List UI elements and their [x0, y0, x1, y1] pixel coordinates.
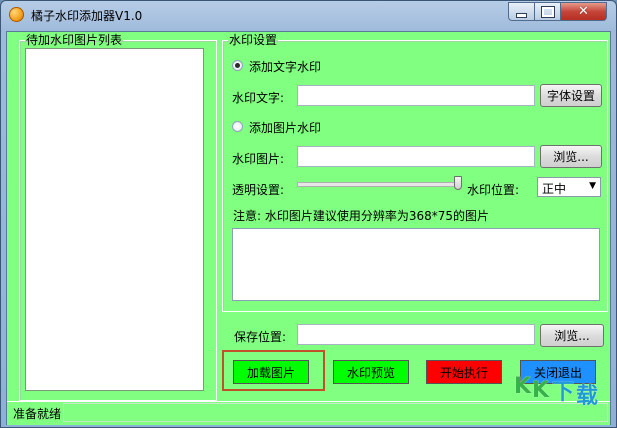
image-browse-button[interactable]: 浏览...: [540, 145, 602, 168]
watermark-image-input[interactable]: [297, 146, 535, 167]
status-text: 准备就绪: [13, 407, 62, 421]
minimize-icon: [516, 13, 527, 18]
text-watermark-radio-label[interactable]: 添加文字水印: [249, 58, 321, 75]
save-browse-button[interactable]: 浏览...: [540, 324, 604, 347]
close-icon: ✕: [578, 4, 589, 19]
title-bar[interactable]: 橘子水印添加器V1.0 ✕: [1, 1, 616, 31]
save-location-input[interactable]: [297, 324, 535, 345]
text-watermark-radio[interactable]: [232, 60, 243, 71]
image-watermark-radio-label[interactable]: 添加图片水印: [249, 119, 321, 136]
chevron-down-icon: ▼: [589, 181, 596, 191]
image-watermark-radio[interactable]: [232, 121, 243, 132]
position-select-value: 正中: [542, 182, 567, 196]
watermark-text-input[interactable]: [297, 85, 535, 106]
opacity-slider-track[interactable]: [297, 182, 462, 187]
minimize-button[interactable]: [508, 2, 535, 21]
maximize-button[interactable]: [534, 2, 561, 21]
close-button[interactable]: ✕: [560, 2, 607, 21]
position-select[interactable]: 正中 ▼: [537, 177, 601, 197]
watermark-image-label: 水印图片:: [232, 152, 285, 166]
start-button[interactable]: 开始执行: [426, 360, 502, 384]
font-settings-button[interactable]: 字体设置: [540, 84, 602, 107]
position-label: 水印位置:: [467, 183, 520, 197]
image-listbox[interactable]: [25, 48, 204, 391]
load-images-button[interactable]: 加载图片: [233, 360, 309, 384]
resolution-note: 注意: 水印图片建议使用分辨率为368*75的图片: [233, 209, 490, 223]
window-title: 橘子水印添加器V1.0: [31, 9, 143, 23]
note-textarea[interactable]: [232, 228, 600, 301]
preview-watermark-button[interactable]: 水印预览: [333, 360, 409, 384]
opacity-slider-thumb[interactable]: [454, 176, 462, 190]
opacity-label: 透明设置:: [232, 183, 285, 197]
maximize-icon: [540, 5, 555, 18]
image-list-legend: 待加水印图片列表: [26, 33, 123, 47]
settings-legend: 水印设置: [229, 33, 278, 47]
kk-download-watermark-logo: K K 下 载: [514, 374, 599, 409]
save-location-label: 保存位置:: [234, 330, 287, 344]
orange-app-icon: [9, 7, 24, 22]
watermark-text-label: 水印文字:: [232, 91, 285, 105]
app-window: 橘子水印添加器V1.0 ✕ 待加水印图片列表 水印设置 添加文字水印 水印文字:…: [0, 0, 617, 428]
